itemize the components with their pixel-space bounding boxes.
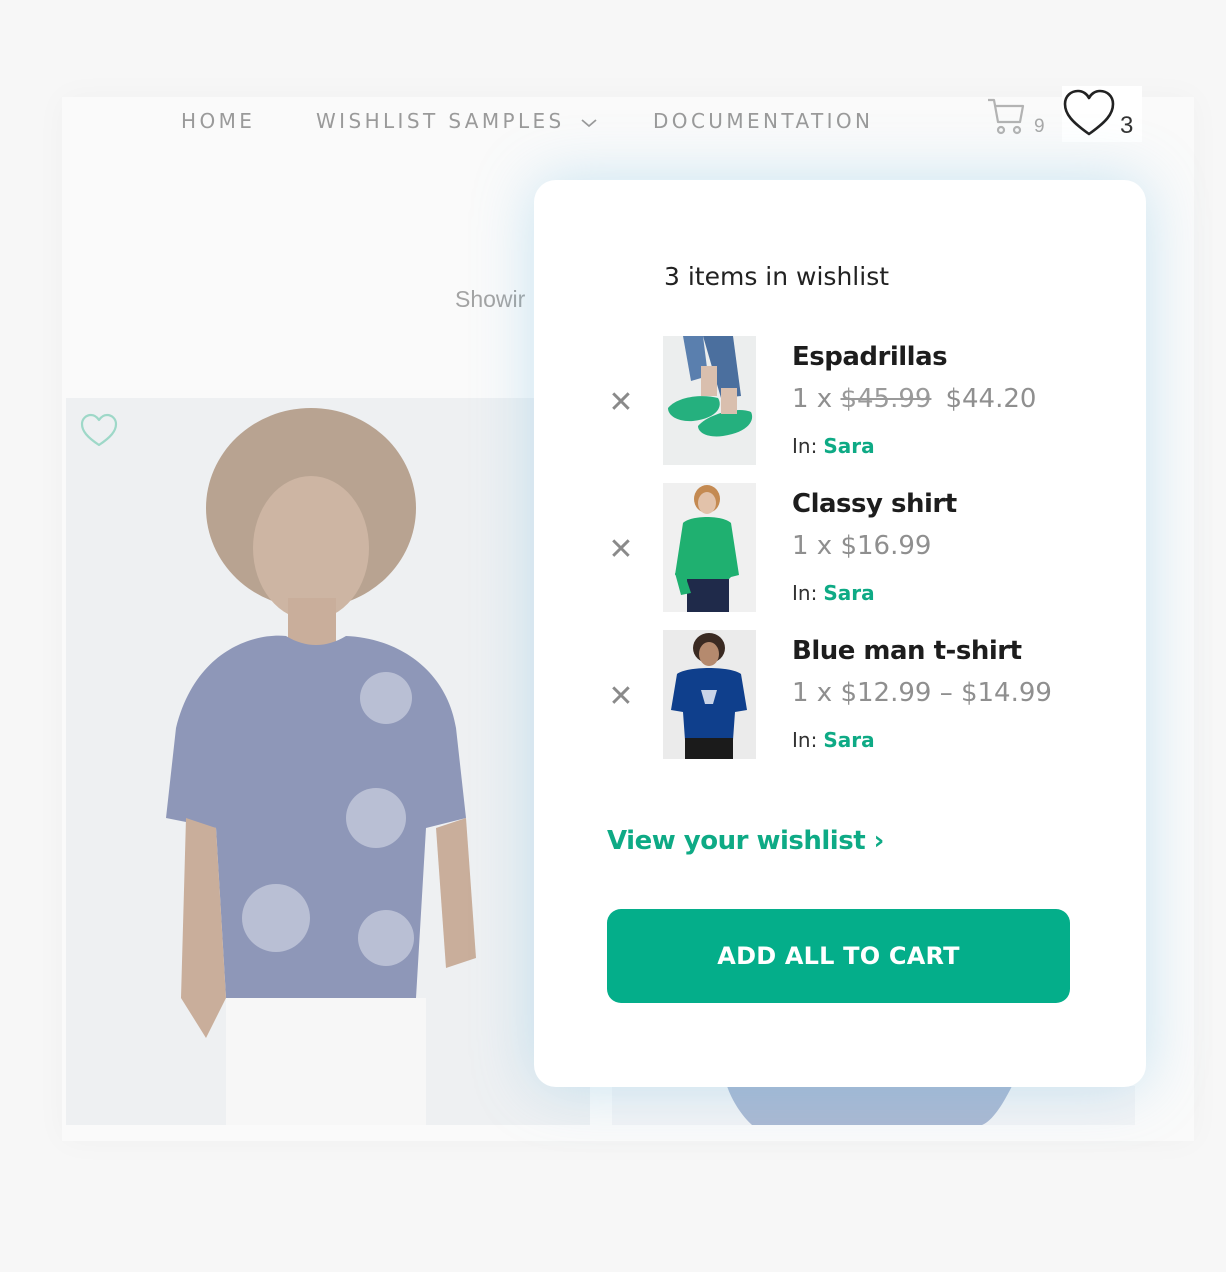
item-sale-price: $12.99 – $14.99: [840, 678, 1052, 708]
item-list-name[interactable]: Sara: [823, 434, 874, 458]
item-list-name[interactable]: Sara: [823, 581, 874, 605]
item-name[interactable]: Blue man t-shirt: [792, 636, 1022, 666]
wishlist-item: ✕ Blue man t-shirt 1 x $12.99 – $14.99 I…: [534, 630, 1146, 760]
item-name[interactable]: Espadrillas: [792, 342, 948, 372]
wishlist-item: ✕ Classy shirt 1 x $16.99 In: Sara: [534, 483, 1146, 613]
product-photo: [66, 398, 590, 1125]
nav-wishlist-samples-label: WISHLIST SAMPLES: [316, 109, 565, 133]
product-photo-2: [612, 1086, 1135, 1125]
item-thumbnail[interactable]: [663, 483, 756, 612]
item-list-name[interactable]: Sara: [823, 728, 874, 752]
item-list-label: In:: [792, 728, 818, 752]
heart-icon: [1063, 89, 1115, 136]
add-all-to-cart-button[interactable]: ADD ALL TO CART: [607, 909, 1070, 1003]
item-list: In: Sara: [792, 581, 875, 605]
item-thumbnail[interactable]: [663, 630, 756, 759]
item-list: In: Sara: [792, 728, 875, 752]
product-image-2[interactable]: [612, 1086, 1135, 1125]
remove-item-button[interactable]: ✕: [606, 682, 636, 712]
cart-icon: [988, 98, 1025, 135]
item-qty: 1 x: [792, 531, 841, 561]
green-shirt-image: [663, 483, 756, 612]
chevron-down-icon: [581, 118, 598, 127]
item-qty: 1 x: [792, 384, 841, 414]
wishlist-item: ✕ Espadrillas 1 x $45.99 $44.20 In: Sara: [534, 336, 1146, 466]
remove-item-button[interactable]: ✕: [606, 535, 636, 565]
view-wishlist-link[interactable]: View your wishlist ›: [607, 826, 884, 856]
wishlist-count: 3: [1120, 112, 1134, 139]
item-old-price: $45.99: [840, 384, 932, 414]
item-list-label: In:: [792, 434, 818, 458]
add-to-wishlist-heart-icon[interactable]: [80, 413, 118, 449]
nav-wishlist-samples[interactable]: WISHLIST SAMPLES: [316, 109, 598, 133]
item-list-label: In:: [792, 581, 818, 605]
item-price: 1 x $16.99: [792, 531, 931, 561]
product-image[interactable]: [66, 398, 590, 1125]
blue-tshirt-image: [663, 630, 756, 759]
item-price: 1 x $45.99 $44.20: [792, 384, 1036, 414]
espadrilles-image: [663, 336, 756, 465]
nav-home[interactable]: HOME: [181, 109, 255, 133]
item-sale-price: $16.99: [840, 531, 932, 561]
item-price: 1 x $12.99 – $14.99: [792, 678, 1052, 708]
nav-documentation[interactable]: DOCUMENTATION: [653, 109, 873, 133]
item-qty: 1 x: [792, 678, 841, 708]
results-count-text: Showir: [455, 286, 526, 312]
item-list: In: Sara: [792, 434, 875, 458]
item-name[interactable]: Classy shirt: [792, 489, 957, 519]
cart-count: 9: [1034, 116, 1045, 137]
wishlist-popup: 3 items in wishlist ✕ Espadrillas 1 x $4…: [534, 180, 1146, 1087]
remove-item-button[interactable]: ✕: [606, 388, 636, 418]
item-thumbnail[interactable]: [663, 336, 756, 465]
item-sale-price: $44.20: [945, 384, 1037, 414]
popup-title: 3 items in wishlist: [664, 262, 890, 291]
